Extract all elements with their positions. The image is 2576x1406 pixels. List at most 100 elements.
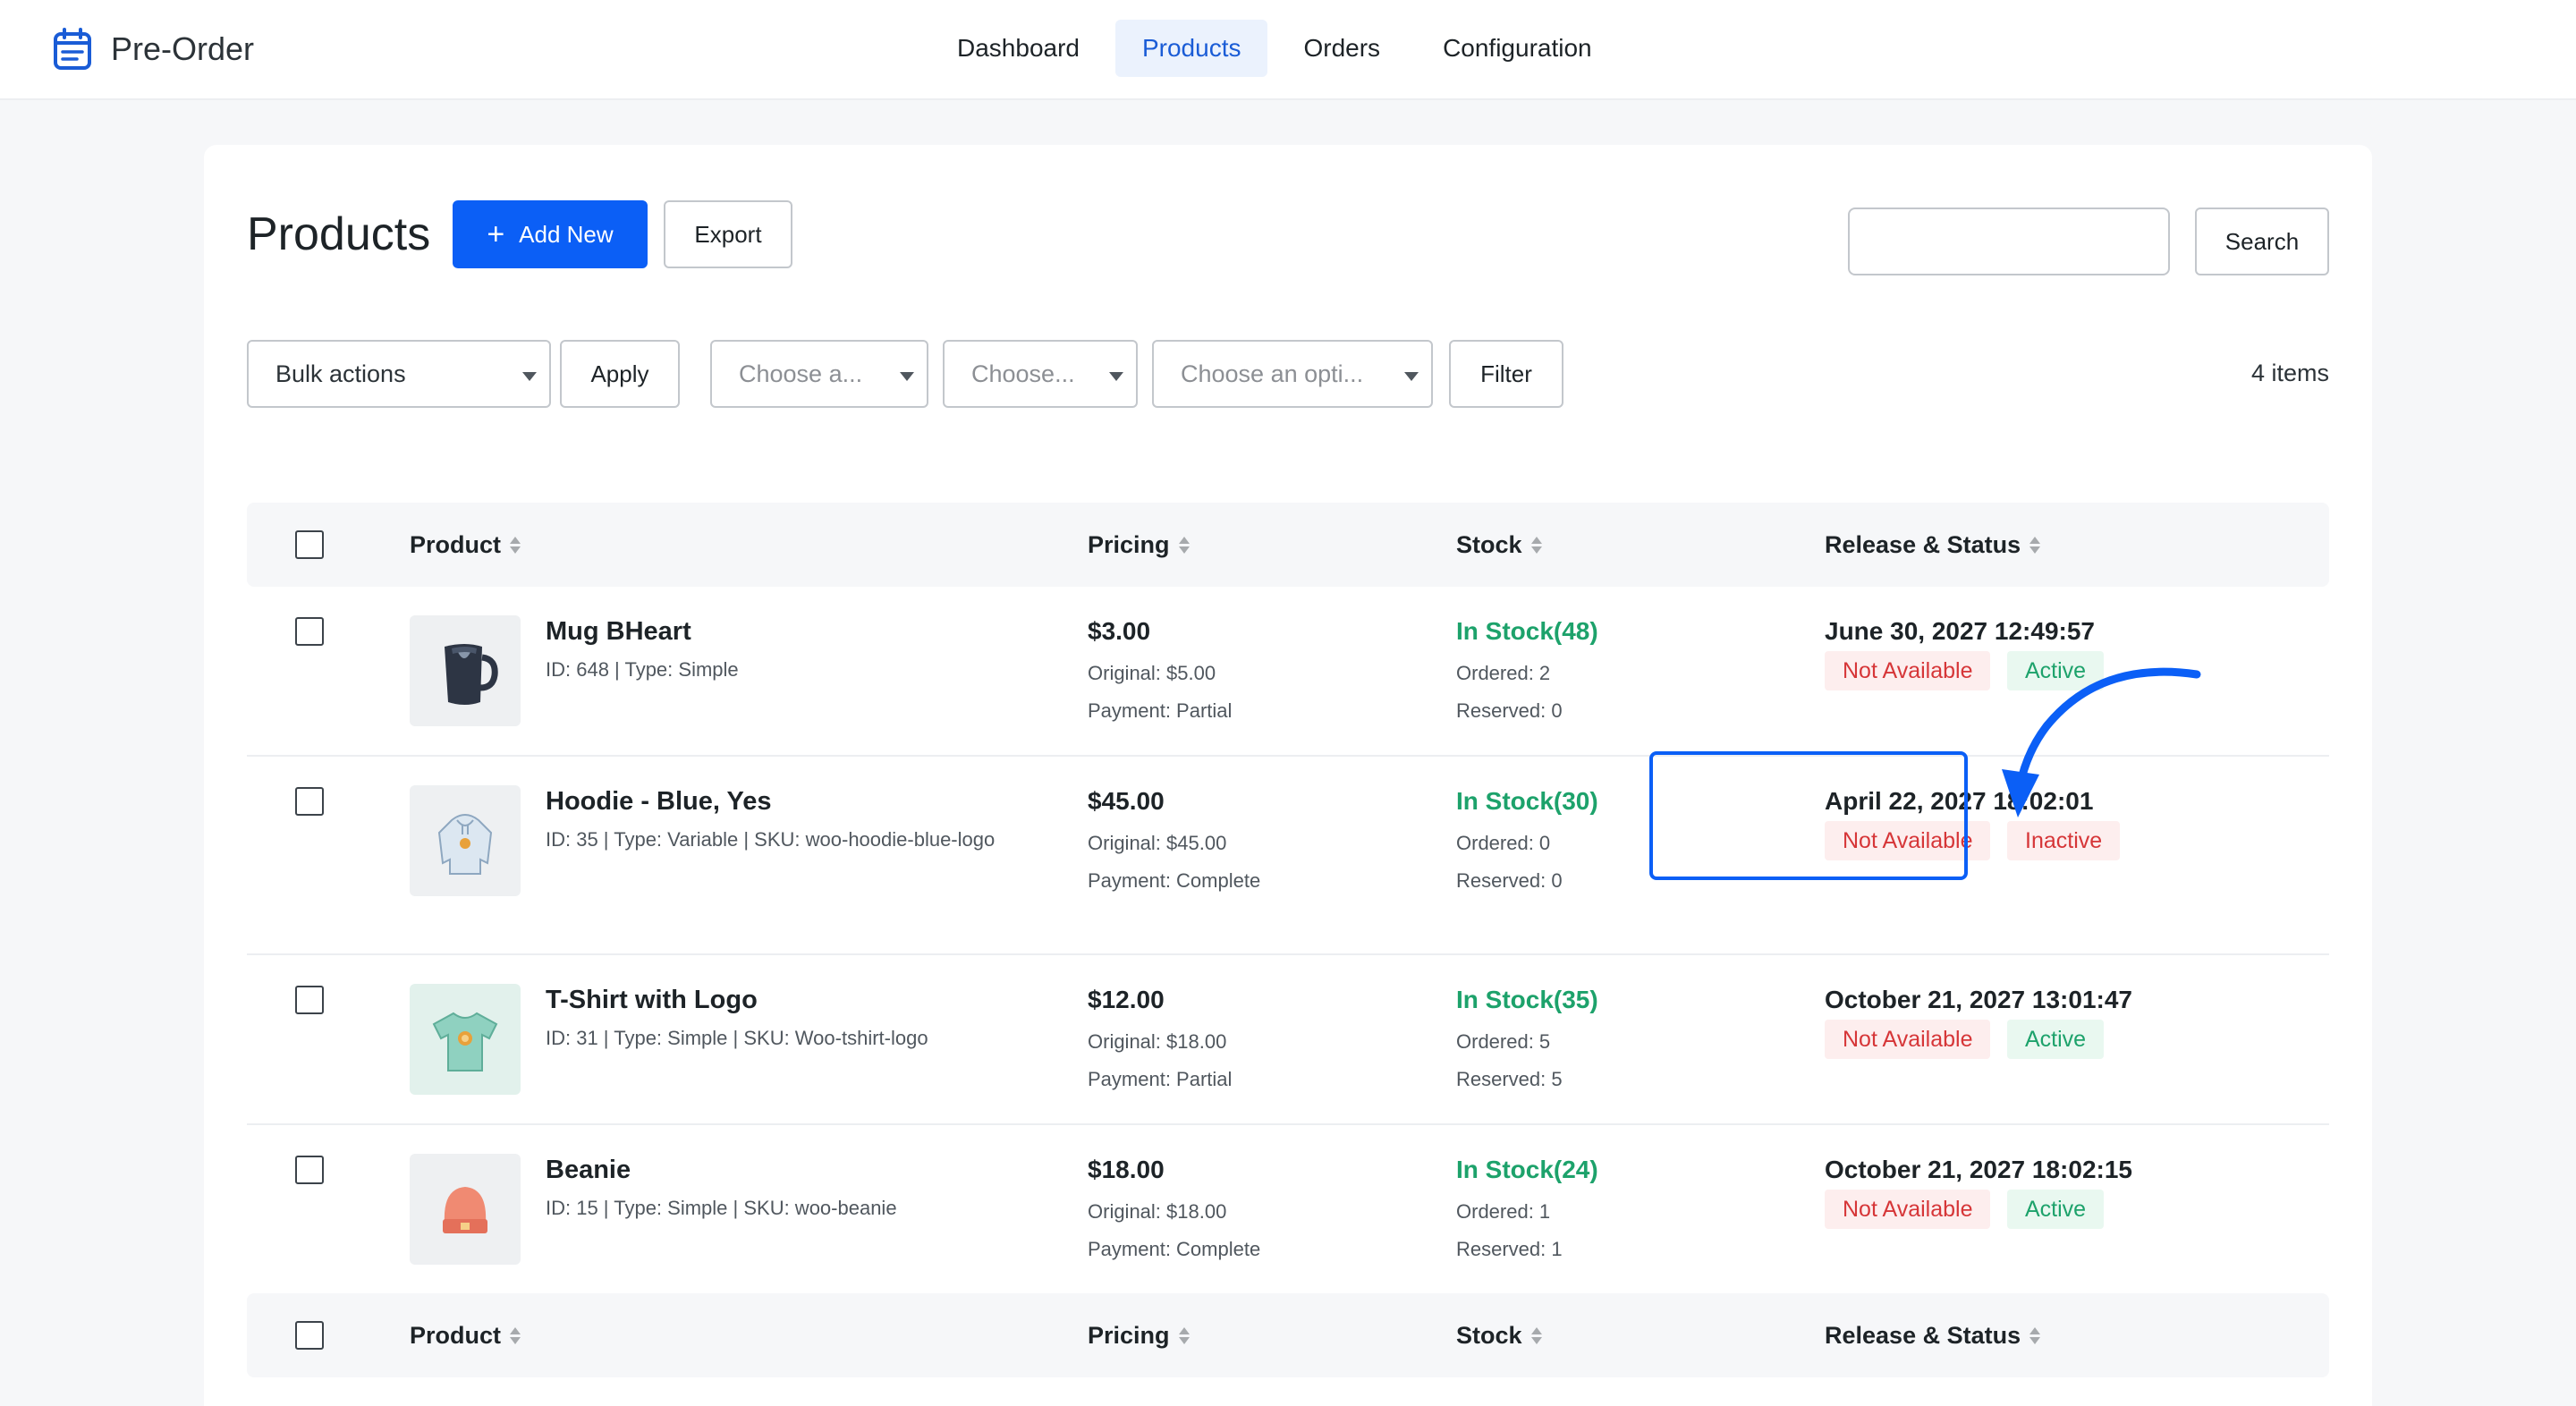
table-footer: Product Pricing Stock Release & Status (247, 1293, 2329, 1377)
add-new-button[interactable]: + Add New (453, 200, 648, 268)
product-name[interactable]: Hoodie - Blue, Yes (546, 787, 771, 817)
stock-highlight-box (1649, 751, 1968, 880)
sort-icon (2029, 536, 2041, 554)
column-release-status[interactable]: Release & Status (1825, 1293, 2041, 1377)
select-all-checkbox[interactable] (295, 1321, 324, 1350)
availability-badge: Not Available (1825, 1020, 1991, 1059)
stock-status: In Stock(48) (1456, 617, 1598, 645)
nav-orders[interactable]: Orders (1276, 20, 1407, 77)
sort-icon (1178, 1326, 1190, 1344)
payment-type: Payment: Partial (1088, 1068, 1233, 1090)
filter-select-3[interactable]: Choose an opti... (1152, 340, 1433, 408)
row-checkbox[interactable] (295, 986, 324, 1014)
column-pricing[interactable]: Pricing (1088, 503, 1190, 587)
product-name[interactable]: Mug BHeart (546, 617, 691, 647)
row-checkbox[interactable] (295, 787, 324, 816)
product-meta: ID: 31 | Type: Simple | SKU: Woo-tshirt-… (546, 1027, 928, 1049)
select-all-checkbox[interactable] (295, 530, 324, 559)
nav-products[interactable]: Products (1114, 20, 1268, 77)
column-product[interactable]: Product (410, 1293, 521, 1377)
product-thumbnail[interactable] (410, 1154, 521, 1265)
original-price: Original: $45.00 (1088, 832, 1227, 854)
original-price: Original: $18.00 (1088, 1030, 1227, 1053)
reserved-count: Reserved: 5 (1456, 1068, 1563, 1090)
filter-select-1-value: Choose a... (739, 360, 863, 387)
filter-select-2[interactable]: Choose... (943, 340, 1138, 408)
chevron-down-icon (522, 372, 537, 381)
ordered-count: Ordered: 0 (1456, 832, 1551, 854)
page-title: Products (247, 208, 431, 260)
column-release-status[interactable]: Release & Status (1825, 503, 2041, 587)
product-meta: ID: 15 | Type: Simple | SKU: woo-beanie (546, 1197, 897, 1219)
ordered-count: Ordered: 1 (1456, 1200, 1551, 1223)
table-row: Beanie ID: 15 | Type: Simple | SKU: woo-… (247, 1125, 2329, 1295)
table-header: Product Pricing Stock Release & Status (247, 503, 2329, 587)
product-thumbnail[interactable] (410, 785, 521, 896)
top-bar: Pre-Order Dashboard Products Orders Conf… (0, 0, 2576, 100)
product-thumbnail[interactable] (410, 615, 521, 726)
release-date: June 30, 2027 12:49:57 (1825, 617, 2095, 645)
original-price: Original: $5.00 (1088, 662, 1216, 684)
hoodie-image (437, 814, 493, 875)
export-button[interactable]: Export (664, 200, 792, 268)
row-checkbox[interactable] (295, 1156, 324, 1184)
payment-type: Payment: Partial (1088, 699, 1233, 722)
sale-price: $3.00 (1088, 617, 1151, 645)
column-product[interactable]: Product (410, 503, 521, 587)
annotation-arrow-icon (2002, 667, 2201, 817)
reserved-count: Reserved: 1 (1456, 1238, 1563, 1260)
chevron-down-icon (900, 372, 914, 381)
bulk-actions-value: Bulk actions (275, 360, 406, 387)
product-thumbnail[interactable] (410, 984, 521, 1095)
nav-configuration[interactable]: Configuration (1416, 20, 1619, 77)
app-name: Pre-Order (111, 30, 255, 67)
product-name[interactable]: T-Shirt with Logo (546, 986, 758, 1015)
tshirt-image (432, 1012, 498, 1071)
reserved-count: Reserved: 0 (1456, 869, 1563, 892)
filter-button[interactable]: Filter (1449, 340, 1563, 408)
calendar-icon (54, 28, 91, 70)
filter-select-3-value: Choose an opti... (1181, 360, 1364, 387)
brand[interactable]: Pre-Order (52, 27, 254, 72)
apply-button[interactable]: Apply (560, 340, 680, 408)
mug-image (445, 644, 498, 705)
stock-status: In Stock(35) (1456, 986, 1598, 1013)
sort-icon (1530, 1326, 1542, 1344)
product-name[interactable]: Beanie (546, 1156, 631, 1185)
column-pricing[interactable]: Pricing (1088, 1293, 1190, 1377)
reserved-count: Reserved: 0 (1456, 699, 1563, 722)
chevron-down-icon (1404, 372, 1419, 381)
original-price: Original: $18.00 (1088, 1200, 1227, 1223)
product-meta: ID: 648 | Type: Simple (546, 658, 739, 681)
bulk-actions-select[interactable]: Bulk actions (247, 340, 551, 408)
ordered-count: Ordered: 2 (1456, 662, 1551, 684)
availability-badge: Not Available (1825, 1190, 1991, 1229)
plus-icon: + (487, 217, 505, 251)
stock-status: In Stock(24) (1456, 1156, 1598, 1183)
payment-type: Payment: Complete (1088, 1238, 1261, 1260)
items-count: 4 items (2250, 360, 2329, 386)
filter-select-2-value: Choose... (971, 360, 1075, 387)
sale-price: $12.00 (1088, 986, 1165, 1013)
sort-icon (2029, 1326, 2041, 1344)
column-stock[interactable]: Stock (1456, 1293, 1542, 1377)
row-checkbox[interactable] (295, 617, 324, 646)
search-button[interactable]: Search (2195, 208, 2329, 275)
table-row: T-Shirt with Logo ID: 31 | Type: Simple … (247, 955, 2329, 1125)
sort-icon (1530, 536, 1542, 554)
chevron-down-icon (1109, 372, 1123, 381)
products-card: Products + Add New Export Search Bulk ac… (204, 145, 2372, 1406)
sale-price: $18.00 (1088, 1156, 1165, 1183)
add-new-label: Add New (519, 220, 614, 248)
nav-dashboard[interactable]: Dashboard (930, 20, 1106, 77)
search-input[interactable] (1848, 208, 2170, 275)
main-nav: Dashboard Products Orders Configuration (930, 20, 1628, 77)
status-badge: Active (2007, 1190, 2105, 1229)
sort-icon (1178, 536, 1190, 554)
sale-price: $45.00 (1088, 787, 1165, 815)
release-date: October 21, 2027 18:02:15 (1825, 1156, 2132, 1183)
product-meta: ID: 35 | Type: Variable | SKU: woo-hoodi… (546, 828, 996, 851)
column-stock[interactable]: Stock (1456, 503, 1542, 587)
filter-select-1[interactable]: Choose a... (710, 340, 928, 408)
beanie-image (443, 1187, 487, 1233)
